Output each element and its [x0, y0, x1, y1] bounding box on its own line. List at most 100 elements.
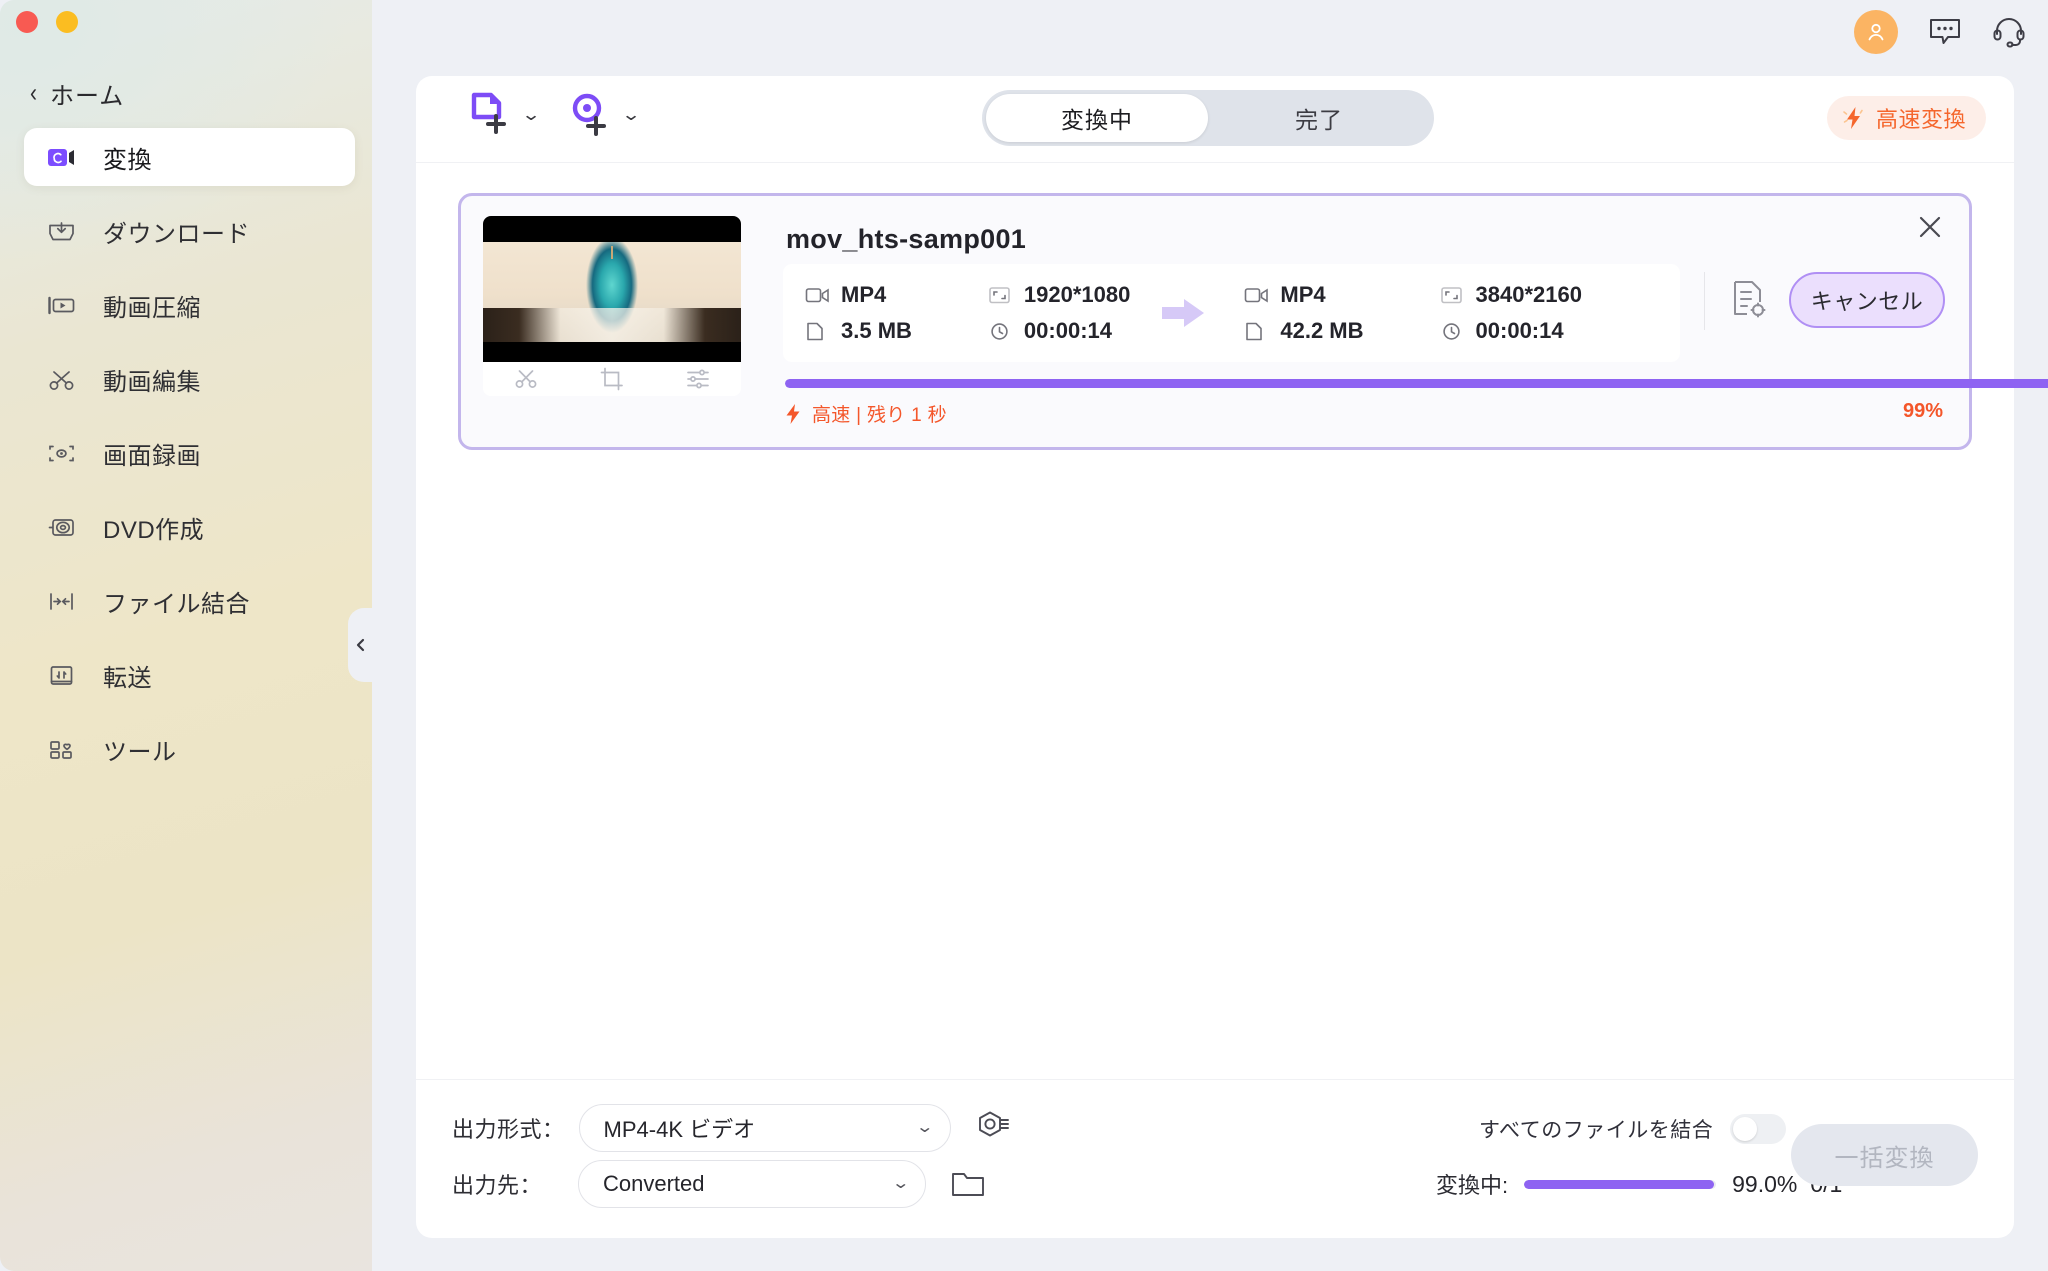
sidebar-item-download[interactable]: ダウンロード — [24, 202, 355, 260]
source-format-value: MP4 — [841, 282, 887, 307]
sidebar-item-tools[interactable]: ツール — [24, 720, 355, 778]
sidebar: ‹ ホーム 変換 ダウンロード 動画圧縮 動画編集 画面録画 DVD作成 ファイ… — [0, 0, 372, 1271]
video-format-icon — [805, 287, 829, 302]
folder-icon[interactable] — [950, 1168, 986, 1200]
add-disc-button[interactable]: ⌄ — [568, 90, 642, 138]
lightning-bolt-icon — [786, 403, 800, 424]
remove-file-button[interactable] — [1913, 210, 1947, 244]
file-thumbnail[interactable] — [483, 216, 741, 396]
toggle-knob — [1733, 1117, 1758, 1141]
file-progress-status-text: 高速 | 残り 1 秒 — [812, 405, 947, 426]
content-toolbar: ⌄ ⌄ 変換中 完了 高速変換 — [416, 76, 2014, 163]
target-resolution: 3840*2160 — [1440, 282, 1582, 308]
format-settings-icon[interactable] — [975, 1109, 1011, 1147]
batch-convert-button[interactable]: 一括変換 — [1791, 1124, 1978, 1186]
output-format-row: 出力形式： MP4-4K ビデオ ⌄ — [452, 1104, 1011, 1152]
file-progress-percent: 99% — [1902, 400, 1943, 422]
overall-progress-bar — [1524, 1179, 1717, 1189]
chevron-down-icon: ⌄ — [890, 1175, 910, 1192]
tab-completed[interactable]: 完了 — [1208, 94, 1430, 142]
dvd-disc-icon — [46, 512, 77, 543]
sidebar-item-video-edit[interactable]: 動画編集 — [24, 350, 355, 408]
headset-icon[interactable] — [1992, 16, 2026, 48]
effects-sliders-icon[interactable] — [685, 366, 711, 392]
target-meta: MP4 42.2 MB 3840*2160 00:00:14 — [1244, 282, 1582, 344]
download-tray-icon — [46, 216, 77, 247]
add-file-icon — [471, 92, 506, 134]
cancel-button[interactable]: キャンセル — [1789, 272, 1945, 328]
home-back-link[interactable]: ‹ ホーム — [30, 76, 124, 111]
sidebar-item-label: 動画圧縮 — [103, 294, 201, 322]
topbar-actions — [1854, 10, 2026, 54]
output-format-select[interactable]: MP4-4K ビデオ ⌄ — [578, 1104, 951, 1152]
chevron-left-icon: ‹ — [30, 79, 37, 108]
chat-bubble-icon[interactable] — [1928, 16, 1962, 48]
bottom-bar: 出力形式： MP4-4K ビデオ ⌄ 出力先： Converted ⌄ すべての… — [416, 1079, 2014, 1238]
sidebar-item-screen-record[interactable]: 画面録画 — [24, 424, 355, 482]
source-duration-value: 00:00:14 — [1023, 318, 1112, 343]
source-duration: 00:00:14 — [988, 318, 1130, 344]
overall-progress-percent: 99.0% — [1732, 1170, 1798, 1197]
main-panel: ⌄ ⌄ 変換中 完了 高速変換 mov_hts-samp001 MP4 3.5 … — [416, 76, 2048, 1238]
chevron-down-icon: ⌄ — [521, 104, 542, 124]
chevron-down-icon: ⌄ — [621, 104, 642, 124]
video-compress-icon — [46, 290, 77, 321]
sidebar-item-convert[interactable]: 変換 — [24, 128, 355, 186]
high-speed-conversion-badge[interactable]: 高速変換 — [1826, 96, 1986, 140]
sidebar-item-label: 変換 — [103, 146, 152, 174]
window-traffic-lights — [16, 11, 78, 33]
duration-clock-icon — [1442, 322, 1460, 340]
merge-all-files-toggle[interactable] — [1730, 1114, 1787, 1144]
file-card[interactable]: mov_hts-samp001 MP4 3.5 MB 1920*1080 00:… — [458, 193, 2048, 450]
sidebar-item-video-compress[interactable]: 動画圧縮 — [24, 276, 355, 334]
window-close-button[interactable] — [16, 11, 38, 33]
sidebar-item-merge-files[interactable]: ファイル結合 — [24, 572, 355, 630]
transfer-icon — [46, 660, 77, 691]
sidebar-item-transfer[interactable]: 転送 — [24, 646, 355, 704]
file-meta: MP4 3.5 MB 1920*1080 00:00:14 MP4 42.2 M… — [783, 264, 1680, 362]
file-size-icon — [1246, 322, 1263, 340]
target-format: MP4 — [1244, 282, 1363, 308]
target-duration-value: 00:00:14 — [1475, 318, 1564, 343]
home-label: ホーム — [50, 83, 125, 110]
toolbox-grid-icon — [46, 734, 77, 765]
source-resolution-value: 1920*1080 — [1023, 282, 1131, 307]
add-disc-icon — [572, 93, 606, 136]
chevron-left-icon — [356, 638, 365, 652]
status-tab-group: 変換中 完了 — [982, 90, 1434, 146]
tab-converting[interactable]: 変換中 — [986, 94, 1208, 142]
sidebar-item-label: 転送 — [103, 664, 152, 692]
overall-progress-label: 変換中: — [1436, 1173, 1509, 1198]
high-speed-label: 高速変換 — [1875, 107, 1966, 132]
target-size: 42.2 MB — [1244, 318, 1364, 344]
close-x-icon — [1919, 216, 1941, 238]
add-file-button[interactable]: ⌄ — [468, 90, 542, 138]
target-size-value: 42.2 MB — [1280, 318, 1364, 343]
output-destination-row: 出力先： Converted ⌄ — [452, 1160, 986, 1208]
sidebar-item-label: ダウンロード — [103, 220, 250, 248]
output-destination-select[interactable]: Converted ⌄ — [578, 1160, 927, 1208]
sidebar-item-label: ツール — [103, 738, 177, 766]
thumbnail-tool-row — [483, 362, 741, 396]
sidebar-collapse-handle[interactable] — [348, 608, 372, 682]
chevron-down-icon: ⌄ — [915, 1119, 935, 1136]
arrow-right-icon — [1162, 299, 1205, 327]
source-size: 3.5 MB — [805, 318, 912, 344]
output-format-value: MP4-4K ビデオ — [603, 1117, 756, 1142]
source-size-value: 3.5 MB — [841, 318, 912, 343]
target-duration: 00:00:14 — [1440, 318, 1582, 344]
file-settings-icon[interactable] — [1729, 278, 1771, 322]
divider — [1704, 272, 1705, 330]
file-list: mov_hts-samp001 MP4 3.5 MB 1920*1080 00:… — [416, 163, 2048, 450]
user-avatar-icon[interactable] — [1854, 10, 1898, 54]
source-format: MP4 — [805, 282, 912, 308]
scissors-icon — [46, 364, 77, 395]
conversion-arrow — [1160, 296, 1208, 330]
file-progress-bar — [785, 379, 2048, 388]
crop-icon[interactable] — [599, 366, 625, 392]
sidebar-item-dvd-create[interactable]: DVD作成 — [24, 498, 355, 556]
duration-clock-icon — [991, 322, 1008, 340]
resolution-icon — [989, 286, 1010, 303]
window-minimize-button[interactable] — [56, 11, 78, 33]
scissors-trim-icon[interactable] — [513, 366, 539, 392]
